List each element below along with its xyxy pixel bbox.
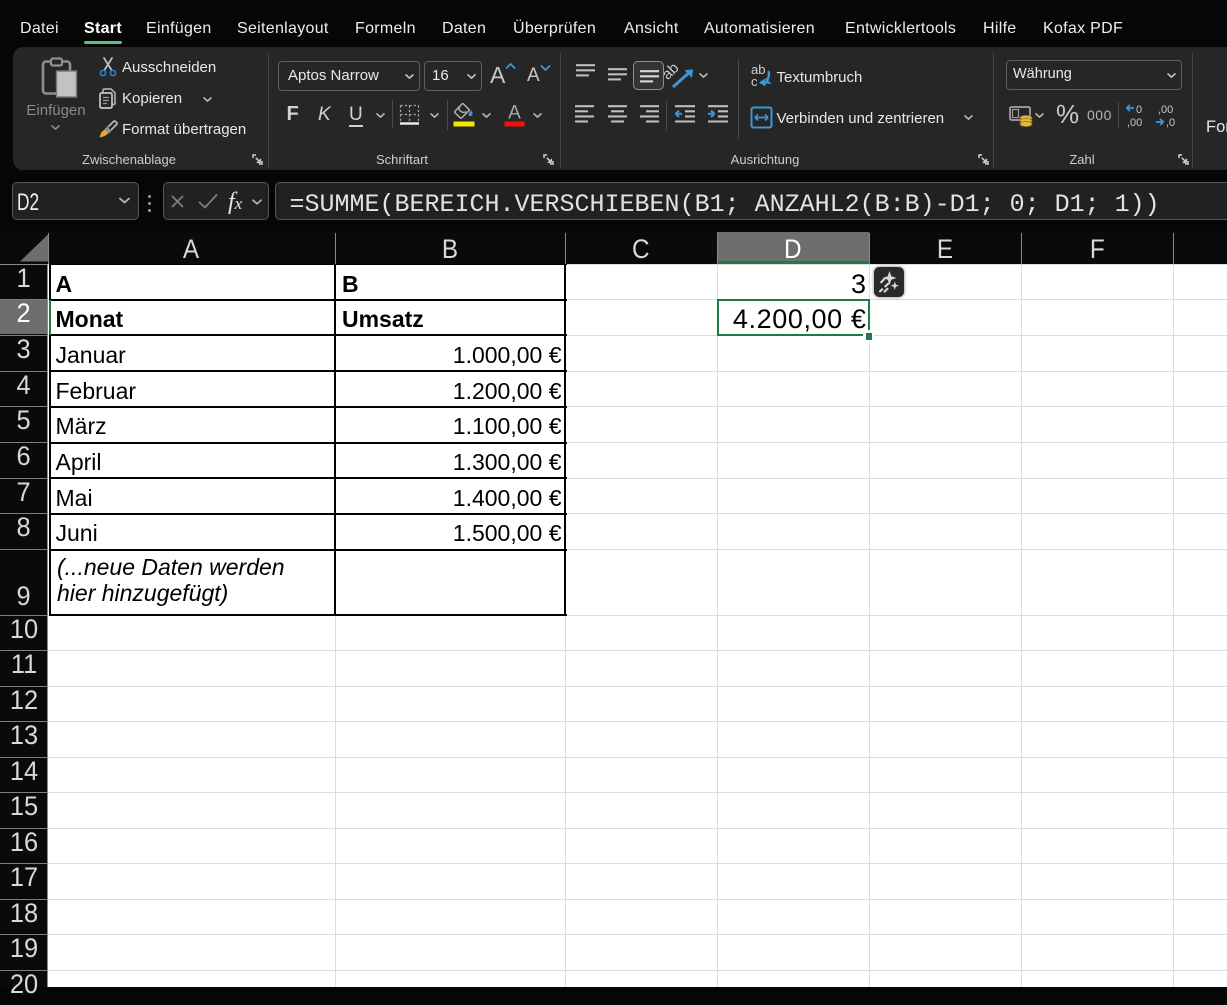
svg-text:,0: ,0 xyxy=(1166,117,1175,128)
svg-text:A: A xyxy=(508,103,521,124)
svg-text:0: 0 xyxy=(1136,104,1142,116)
svg-text:,00: ,00 xyxy=(1158,104,1173,116)
svg-text:c: c xyxy=(751,74,758,88)
svg-text:,00: ,00 xyxy=(1127,117,1142,128)
